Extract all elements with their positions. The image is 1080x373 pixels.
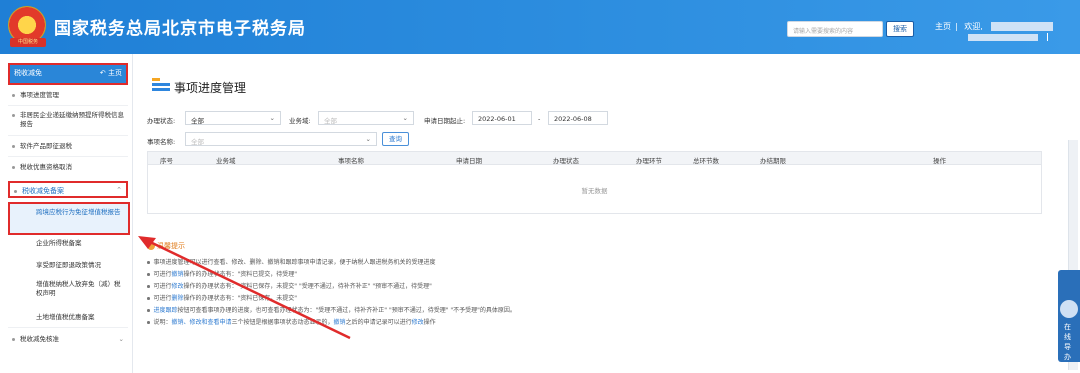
table-header: 序号 业务域 事项名称 申请日期 办理状态 办理环节 总环节数 办结期限 操作	[147, 151, 1042, 165]
bullet-icon	[12, 144, 15, 148]
sidebar-group-label: 税收减免备案	[22, 187, 64, 195]
page-title: 事项进度管理	[174, 81, 247, 95]
assistant-avatar-icon	[1060, 300, 1078, 318]
query-button[interactable]: 查询	[382, 132, 409, 146]
highlight-box	[8, 63, 128, 85]
sidebar-subitem-waiver[interactable]: 增值税纳税人放弃免（减）税权声明	[36, 280, 126, 298]
user-info-redacted	[968, 34, 1038, 41]
bullet-icon	[12, 337, 15, 341]
top-links: 主页| 欢迎, | 退出	[935, 21, 1080, 32]
sidebar-subitem-land-tax[interactable]: 土地增值税优惠备案	[36, 313, 126, 322]
divider	[1047, 33, 1048, 41]
sidebar-item-approval[interactable]: 税收减免核准 ⌄	[12, 335, 124, 344]
date-range-label: 申请日期起止:	[424, 117, 466, 125]
bullet-icon	[14, 189, 17, 193]
date-start-input[interactable]: 2022-06-01	[472, 111, 532, 125]
sidebar-subitem-cross-border[interactable]: 跨境应税行为免征增值税报告	[8, 202, 130, 235]
biz-domain-select[interactable]: 全部 ⌄	[318, 111, 414, 125]
chevron-down-icon: ⌄	[365, 135, 371, 143]
welcome-text: 欢迎,	[964, 22, 983, 31]
sidebar-item-progress[interactable]: 事项进度管理	[12, 91, 59, 100]
column-header: 办理状态	[553, 157, 579, 165]
column-header: 总环节数	[693, 157, 719, 165]
chevron-down-icon: ⌄	[269, 114, 275, 122]
table-body: 暂无数据	[147, 165, 1042, 214]
main-content: 事项进度管理 办理状态: 全部 ⌄ 业务域: 全部 ⌄ 申请日期起止: 2022-0…	[134, 54, 1080, 373]
search-button[interactable]: 搜索	[886, 21, 914, 37]
top-header-bar: 中国税务 国家税务总局北京市电子税务局 请输入需要搜索的内容 搜索 主页 | 欢迎…	[0, 0, 1080, 54]
chevron-down-icon: ⌄	[118, 335, 124, 343]
date-separator: -	[538, 115, 541, 123]
sidebar-subitem-corporate[interactable]: 企业所得税备案	[36, 239, 126, 248]
sidebar-item-software[interactable]: 软件产品即征退税	[12, 142, 72, 151]
bullet-icon	[12, 113, 15, 117]
divider	[8, 156, 128, 157]
tips-title: 温馨提示	[147, 241, 185, 251]
item-name-label: 事项名称:	[147, 138, 176, 146]
tip-line: 事项进度管理可以进行查看、修改、删除、撤销和跟踪事项申请记录，便于纳税人跟进税务…	[147, 257, 436, 266]
list-icon	[152, 78, 170, 92]
tip-line: 说明：撤销、修改和查看申请三个按钮是根据事项状态动态显示的，撤销之后的申请记录可…	[147, 317, 436, 326]
sidebar-subitem-refund-policy[interactable]: 享受即征即退政策情况	[36, 261, 126, 270]
chevron-up-icon: ⌃	[116, 186, 122, 194]
status-select[interactable]: 全部 ⌄	[185, 111, 281, 125]
column-header: 事项名称	[338, 157, 364, 165]
chevron-down-icon: ⌄	[402, 114, 408, 122]
tip-line: 可进行删除操作的办理状态有："资料已保存，未提交"	[147, 293, 297, 302]
search-input[interactable]: 请输入需要搜索的内容	[787, 21, 883, 37]
empty-state-text: 暂无数据	[581, 187, 608, 195]
divider	[8, 327, 128, 328]
bullet-icon	[12, 165, 15, 169]
column-header: 业务域	[216, 157, 236, 165]
divider	[8, 135, 128, 136]
emblem-ribbon-text: 中国税务	[10, 38, 46, 47]
item-name-select[interactable]: 全部 ⌄	[185, 132, 377, 146]
sidebar: 税收减免 ↶ 主页 事项进度管理 非居民企业递延缴纳预提所得税信息报告 软件产品…	[0, 54, 133, 373]
home-link[interactable]: 主页	[935, 22, 951, 31]
biz-domain-label: 业务域:	[289, 117, 311, 125]
site-title: 国家税务总局北京市电子税务局	[54, 19, 306, 39]
column-header: 办结期限	[760, 157, 786, 165]
status-label: 办理状态:	[147, 117, 176, 125]
online-guide-label: 在线导办	[1064, 323, 1071, 361]
column-header: 办理环节	[636, 157, 662, 165]
sidebar-item-nonresident[interactable]: 非居民企业递延缴纳预提所得税信息报告	[12, 111, 124, 129]
tip-line: 进度跟踪按钮可查看事项办理的进度，也可查看办理状态为："受理不通过，待补齐补正"…	[147, 305, 516, 314]
tip-line: 可进行撤销操作的办理状态有："资料已提交，待受理"	[147, 269, 297, 278]
column-header: 序号	[160, 157, 173, 165]
sidebar-item-qualification[interactable]: 税收优惠资格取消	[12, 163, 72, 172]
date-end-input[interactable]: 2022-06-08	[548, 111, 608, 125]
bullet-icon	[12, 93, 15, 97]
username-redacted	[990, 22, 1053, 31]
tip-line: 可进行修改操作的办理状态有："资料已保存，未提交" "受理不通过，待补齐补正" …	[147, 281, 432, 290]
column-header: 操作	[933, 157, 946, 165]
info-icon	[147, 242, 155, 250]
column-header: 申请日期	[456, 157, 482, 165]
divider	[8, 105, 128, 106]
sidebar-group-filing[interactable]: 税收减免备案 ⌃	[8, 181, 128, 198]
